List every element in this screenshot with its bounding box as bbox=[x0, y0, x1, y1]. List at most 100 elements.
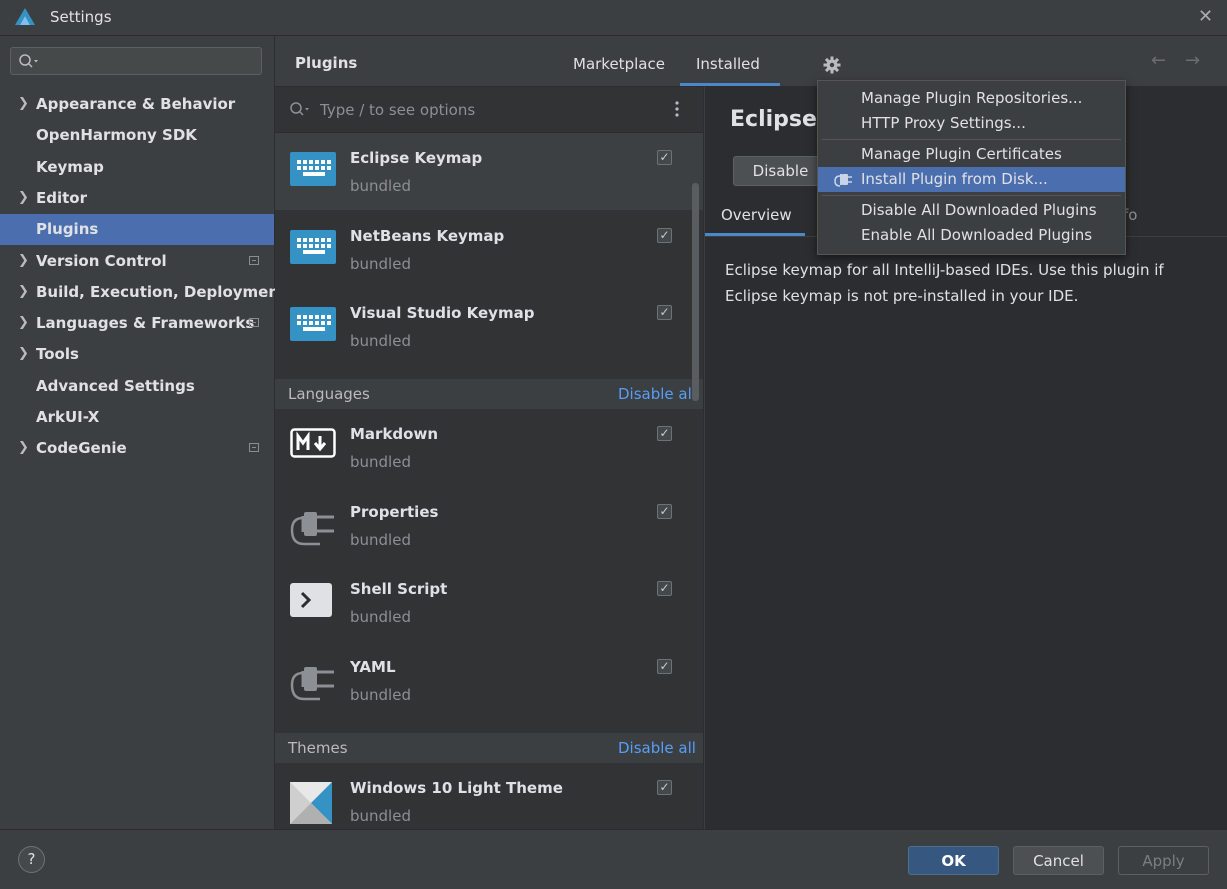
plugin-enabled-checkbox[interactable]: ✓ bbox=[657, 780, 672, 795]
chevron-right-icon[interactable]: ❯ bbox=[18, 253, 29, 268]
disable-plugin-button[interactable]: Disable bbox=[733, 156, 828, 186]
forward-arrow-icon[interactable]: → bbox=[1185, 50, 1200, 71]
plugin-name: Windows 10 Light Theme bbox=[350, 779, 563, 797]
menu-item-label: Manage Plugin Repositories... bbox=[861, 89, 1083, 107]
plugin-row-yaml[interactable]: YAML bundled ✓ bbox=[275, 642, 703, 719]
project-level-icon bbox=[249, 318, 259, 328]
plugin-enabled-checkbox[interactable]: ✓ bbox=[657, 426, 672, 441]
gear-icon[interactable] bbox=[823, 56, 841, 74]
project-level-icon bbox=[249, 443, 259, 453]
section-title: Themes bbox=[288, 739, 348, 757]
plugin-enabled-checkbox[interactable]: ✓ bbox=[657, 228, 672, 243]
apply-button[interactable]: Apply bbox=[1118, 846, 1209, 875]
menu-item-label: Disable All Downloaded Plugins bbox=[861, 201, 1097, 219]
plug-icon bbox=[290, 667, 334, 701]
plugin-source: bundled bbox=[350, 453, 411, 471]
plugin-row-markdown[interactable]: Markdown bundled ✓ bbox=[275, 409, 703, 486]
disable-all-themes-link[interactable]: Disable all bbox=[618, 739, 696, 757]
sidebar-item-tools[interactable]: ❯ Tools bbox=[0, 339, 274, 370]
help-button[interactable]: ? bbox=[18, 846, 45, 873]
sidebar-item-plugins[interactable]: Plugins bbox=[0, 214, 274, 246]
plugin-search-input[interactable]: Type / to see options bbox=[320, 101, 475, 119]
plugins-settings-menu: Manage Plugin Repositories... HTTP Proxy… bbox=[817, 80, 1126, 255]
sidebar-item-advanced-settings[interactable]: Advanced Settings bbox=[0, 371, 274, 402]
plugin-search-bar[interactable]: Type / to see options bbox=[275, 87, 703, 133]
menu-separator bbox=[822, 195, 1121, 196]
menu-item-label: Install Plugin from Disk... bbox=[861, 170, 1048, 188]
active-tab-indicator bbox=[680, 83, 780, 86]
tab-marketplace[interactable]: Marketplace bbox=[573, 55, 665, 73]
sidebar-item-keymap[interactable]: Keymap bbox=[0, 152, 274, 183]
plugin-enabled-checkbox[interactable]: ✓ bbox=[657, 305, 672, 320]
chevron-right-icon[interactable]: ❯ bbox=[18, 315, 29, 330]
plugin-name: Markdown bbox=[350, 425, 439, 443]
sidebar-item-appearance-behavior[interactable]: ❯ Appearance & Behavior bbox=[0, 89, 274, 120]
plugin-row-shell-script[interactable]: Shell Script bundled ✓ bbox=[275, 564, 703, 641]
sidebar-item-label: Advanced Settings bbox=[36, 376, 195, 395]
search-icon bbox=[290, 102, 309, 116]
plugin-row-windows-10-light-theme[interactable]: Windows 10 Light Theme bundled ✓ bbox=[275, 763, 703, 829]
plugin-row-eclipse-keymap[interactable]: Eclipse Keymap bundled ✓ bbox=[275, 133, 703, 210]
plugin-name: Shell Script bbox=[350, 580, 448, 598]
list-scrollbar[interactable] bbox=[692, 183, 699, 401]
plugin-row-properties[interactable]: Properties bundled ✓ bbox=[275, 487, 703, 564]
plugin-enabled-checkbox[interactable]: ✓ bbox=[657, 150, 672, 165]
back-arrow-icon[interactable]: ← bbox=[1151, 50, 1166, 71]
settings-search-input[interactable] bbox=[10, 47, 262, 75]
more-options-icon[interactable] bbox=[675, 101, 679, 117]
plugin-row-visual-studio-keymap[interactable]: Visual Studio Keymap bundled ✓ bbox=[275, 288, 703, 365]
terminal-icon bbox=[290, 583, 332, 617]
plugin-name: NetBeans Keymap bbox=[350, 227, 505, 245]
sidebar-item-openharmony-sdk[interactable]: OpenHarmony SDK bbox=[0, 120, 274, 151]
project-level-icon bbox=[249, 255, 259, 265]
plugin-enabled-checkbox[interactable]: ✓ bbox=[657, 659, 672, 674]
sidebar-item-label: CodeGenie bbox=[36, 439, 127, 458]
chevron-right-icon[interactable]: ❯ bbox=[18, 346, 29, 361]
menu-item-disable-downloaded[interactable]: Disable All Downloaded Plugins bbox=[818, 198, 1125, 223]
plugin-source: bundled bbox=[350, 255, 411, 273]
sidebar-item-label: Plugins bbox=[36, 220, 99, 239]
menu-item-label: Enable All Downloaded Plugins bbox=[861, 226, 1093, 244]
menu-item-manage-repositories[interactable]: Manage Plugin Repositories... bbox=[818, 86, 1125, 111]
menu-item-http-proxy[interactable]: HTTP Proxy Settings... bbox=[818, 111, 1125, 136]
sidebar-item-version-control[interactable]: ❯ Version Control bbox=[0, 246, 274, 277]
sidebar-item-label: Tools bbox=[36, 345, 79, 364]
sidebar-item-codegenie[interactable]: ❯ CodeGenie bbox=[0, 433, 274, 464]
tab-overview[interactable]: Overview bbox=[721, 206, 792, 224]
chevron-right-icon[interactable]: ❯ bbox=[18, 96, 29, 111]
cancel-button[interactable]: Cancel bbox=[1013, 846, 1104, 875]
plugin-source: bundled bbox=[350, 531, 411, 549]
plugin-source: bundled bbox=[350, 177, 411, 195]
chevron-right-icon[interactable]: ❯ bbox=[18, 284, 29, 299]
sidebar-item-label: Build, Execution, Deployment bbox=[36, 282, 287, 301]
sidebar-item-arkui-x[interactable]: ArkUI-X bbox=[0, 402, 274, 433]
close-window-icon[interactable]: ✕ bbox=[1198, 6, 1213, 27]
menu-item-manage-certificates[interactable]: Manage Plugin Certificates bbox=[818, 142, 1125, 167]
plugin-enabled-checkbox[interactable]: ✓ bbox=[657, 581, 672, 596]
sidebar-item-build-execution-deployment[interactable]: ❯ Build, Execution, Deployment bbox=[0, 277, 286, 308]
tab-installed[interactable]: Installed bbox=[696, 55, 760, 73]
plugin-row-netbeans-keymap[interactable]: NetBeans Keymap bundled ✓ bbox=[275, 211, 703, 288]
search-icon bbox=[19, 54, 38, 68]
section-header-themes: Themes Disable all bbox=[275, 733, 703, 763]
sidebar-item-editor[interactable]: ❯ Editor bbox=[0, 183, 274, 214]
window-title: Settings bbox=[50, 8, 112, 26]
keyboard-icon bbox=[290, 230, 336, 264]
plugin-enabled-checkbox[interactable]: ✓ bbox=[657, 504, 672, 519]
menu-item-install-from-disk[interactable]: Install Plugin from Disk... bbox=[818, 167, 1125, 192]
plug-icon bbox=[834, 174, 852, 187]
plugin-source: bundled bbox=[350, 807, 411, 825]
section-title: Languages bbox=[288, 385, 370, 403]
disable-all-languages-link[interactable]: Disable all bbox=[618, 385, 696, 403]
theme-icon bbox=[290, 782, 332, 824]
plugin-name: YAML bbox=[350, 658, 396, 676]
chevron-right-icon[interactable]: ❯ bbox=[18, 190, 29, 205]
plugin-source: bundled bbox=[350, 608, 411, 626]
sidebar-item-label: OpenHarmony SDK bbox=[36, 126, 197, 145]
sidebar-item-label: Keymap bbox=[36, 157, 104, 176]
settings-sidebar: ❯ Appearance & Behavior OpenHarmony SDK Key… bbox=[0, 36, 286, 829]
chevron-right-icon[interactable]: ❯ bbox=[18, 440, 29, 455]
sidebar-item-languages-frameworks[interactable]: ❯ Languages & Frameworks bbox=[0, 308, 274, 339]
ok-button[interactable]: OK bbox=[908, 846, 999, 875]
menu-item-enable-downloaded[interactable]: Enable All Downloaded Plugins bbox=[818, 223, 1125, 248]
